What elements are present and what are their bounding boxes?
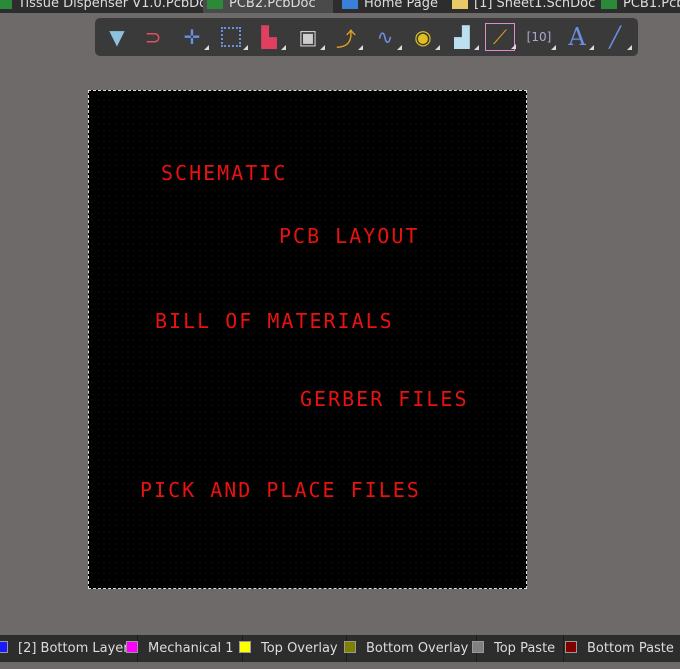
pcb-doc-icon [601, 0, 617, 9]
tab-sheet1[interactable]: [1] Sheet1.SchDoc [448, 0, 595, 13]
active-bar-toolbar: ▼ ⊃ ✛ ▙ ▣ ⤴ ∿ ◉ ▟ ⟋ [10] A ╱ [95, 18, 638, 56]
line-icon[interactable]: ╱ [600, 23, 632, 51]
filter-icon[interactable]: ▼ [102, 23, 132, 51]
layer-tab-mechanical-1[interactable]: Mechanical 1 [122, 635, 243, 662]
board-text-gerber[interactable]: GERBER FILES [300, 387, 469, 411]
board-text-pick-place[interactable]: PICK AND PLACE FILES [140, 478, 421, 502]
layer-tab-top-paste[interactable]: Top Paste [468, 635, 565, 662]
pcb-doc-icon [0, 0, 12, 9]
board-text-pcb-layout[interactable]: PCB LAYOUT [279, 224, 419, 248]
home-icon [342, 0, 358, 9]
layer-tab-bottom-overlay[interactable]: Bottom Overlay [340, 635, 478, 662]
snap-magnet-icon[interactable]: ⊃ [138, 23, 168, 51]
text-icon[interactable]: A [562, 23, 594, 51]
layer-tab-bottom-paste[interactable]: Bottom Paste [561, 635, 680, 662]
route-track-icon[interactable]: ⤴ [331, 23, 363, 51]
interactive-length-icon[interactable]: ∿ [370, 23, 402, 51]
layer-color-swatch [472, 641, 484, 653]
polygon-pour-icon[interactable]: ▟ [447, 23, 479, 51]
select-rect-icon[interactable] [216, 23, 248, 51]
layer-tab-top-overlay[interactable]: Top Overlay [235, 635, 347, 662]
layer-tabs: [2] Bottom Layer Mechanical 1 Top Overla… [0, 635, 680, 662]
tab-pcb1[interactable]: PCB1.PcbDoc [597, 0, 680, 13]
pad-via-icon[interactable]: ◉ [408, 23, 440, 51]
dimension-icon[interactable]: [10] [524, 23, 556, 51]
board-text-bom[interactable]: BILL OF MATERIALS [155, 309, 394, 333]
document-tabs: Tissue Dispenser V1.0.PcbDoc PCB2.PcbDoc… [0, 0, 680, 13]
pcb-doc-icon [207, 0, 223, 9]
align-icon[interactable]: ▙ [254, 23, 286, 51]
move-cross-icon[interactable]: ✛ [177, 23, 209, 51]
board-text-schematic[interactable]: SCHEMATIC [161, 161, 287, 185]
tab-tissue-dispenser[interactable]: Tissue Dispenser V1.0.PcbDoc [0, 0, 214, 13]
sch-doc-icon [452, 0, 468, 9]
layer-color-swatch [565, 641, 577, 653]
tab-home-page[interactable]: Home Page [338, 0, 443, 13]
layer-color-swatch [0, 641, 8, 653]
tab-pcb2[interactable]: PCB2.PcbDoc [203, 0, 333, 13]
layer-color-swatch [126, 641, 138, 653]
pcb-board-canvas[interactable]: SCHEMATIC PCB LAYOUT BILL OF MATERIALS G… [88, 90, 527, 589]
layer-color-swatch [344, 641, 356, 653]
component-icon[interactable]: ▣ [293, 23, 325, 51]
layer-tab-bottom-layer[interactable]: [2] Bottom Layer [0, 635, 138, 662]
line-connect-icon[interactable]: ⟋ [485, 23, 516, 51]
layer-color-swatch [239, 641, 251, 653]
